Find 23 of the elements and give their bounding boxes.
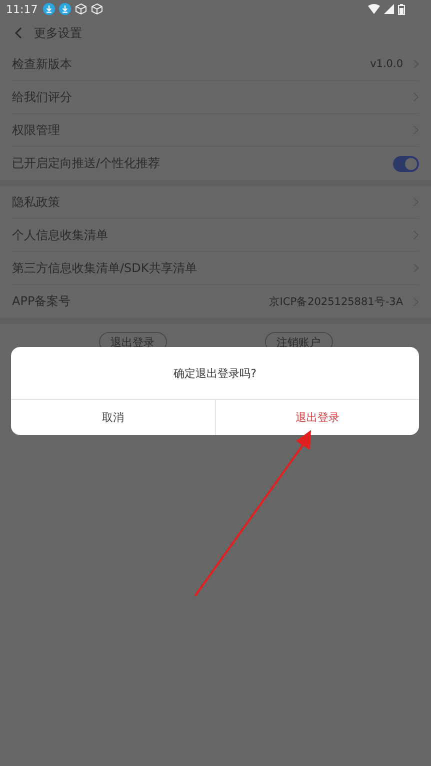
back-icon [14,27,22,39]
wifi-icon [368,4,380,14]
setting-label: 隐私政策 [12,194,60,210]
setting-value: v1.0.0 [370,58,403,70]
setting-label: 给我们评分 [12,88,72,106]
setting-label: APP备案号 [12,293,71,310]
setting-label: 个人信息收集清单 [12,226,108,244]
toggle-switch[interactable] [393,156,419,172]
clock-time: 11:17 [6,2,38,16]
dialog-message: 确定退出登录吗? [172,366,258,382]
setting-label: 第三方信息收集清单/SDK共享清单 [12,260,197,276]
page-title: 更多设置 [34,24,82,42]
setting-label: 权限管理 [12,122,60,138]
setting-label: 已开启定向推送/个性化推荐 [12,155,160,172]
setting-label: 检查新版本 [12,56,72,72]
battery-icon [398,4,405,14]
cube-icon [74,3,87,15]
cancel-button[interactable]: 取消 [11,400,214,435]
notification-icon [42,3,55,15]
notification-icon [58,3,71,15]
cube-icon [90,3,103,15]
signal-icon [384,4,394,14]
setting-value: 京ICP备2025125881号-3A [268,294,403,308]
